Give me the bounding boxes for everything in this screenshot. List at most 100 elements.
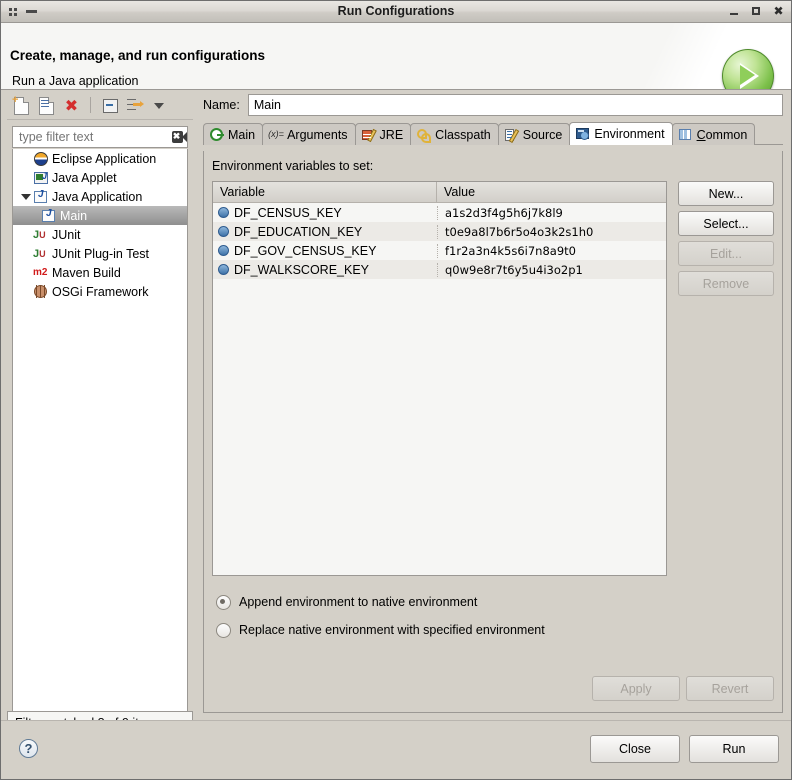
- tree-item-maven-build[interactable]: m2 Maven Build: [13, 263, 187, 282]
- dialog-banner: Create, manage, and run configurations R…: [1, 23, 791, 90]
- remove-button: Remove: [678, 271, 774, 296]
- tab-jre[interactable]: JRE: [354, 123, 412, 145]
- radio-append-environment[interactable]: Append environment to native environment: [216, 591, 545, 613]
- tab-classpath[interactable]: Classpath: [410, 123, 499, 145]
- jre-tab-icon: [361, 128, 377, 142]
- footer-buttons: Close Run: [590, 735, 779, 768]
- tree-item-eclipse-application[interactable]: Eclipse Application: [13, 149, 187, 168]
- cell-value: t0e9a8l7b6r5o4o3k2s1h0: [437, 224, 666, 239]
- title-bar: Run Configurations ✖: [1, 1, 791, 23]
- table-action-buttons: New... Select... Edit... Remove: [678, 181, 774, 301]
- tab-arguments[interactable]: (x)= Arguments: [262, 123, 356, 145]
- maximize-icon[interactable]: [751, 6, 762, 17]
- tab-environment[interactable]: Environment: [569, 122, 673, 145]
- table-row[interactable]: DF_WALKSCORE_KEY q0w9e8r7t6y5u4i3o2p1: [213, 260, 666, 279]
- table-header: Variable Value: [213, 182, 666, 203]
- java-application-icon: [33, 189, 49, 205]
- configurations-toolbar: + ✖: [7, 91, 193, 120]
- tab-label: JRE: [379, 127, 404, 142]
- search-input[interactable]: [17, 129, 182, 145]
- main-tab-icon: [210, 127, 224, 142]
- tab-source[interactable]: Source: [497, 123, 571, 145]
- table-row[interactable]: DF_GOV_CENSUS_KEY f1r2a3n4k5s6i7n8a9t0: [213, 241, 666, 260]
- variable-icon: [218, 264, 229, 275]
- tree-item-junit-plugin-test[interactable]: JU JUnit Plug-in Test: [13, 244, 187, 263]
- name-input[interactable]: Main: [247, 94, 783, 116]
- copy-icon[interactable]: [36, 95, 57, 116]
- run-button[interactable]: Run: [689, 735, 779, 763]
- tab-label: Main: [228, 127, 256, 142]
- collapse-all-icon[interactable]: [99, 95, 120, 116]
- column-header-value[interactable]: Value: [437, 182, 666, 202]
- new-page-icon[interactable]: +: [11, 94, 32, 116]
- tab-mnemonic: C: [696, 127, 706, 142]
- variable-icon: [218, 245, 229, 256]
- banner-subtitle: Run a Java application: [12, 74, 139, 88]
- common-tab-icon: [678, 128, 693, 142]
- window-title: Run Configurations: [337, 4, 455, 18]
- configurations-tree[interactable]: Eclipse Application Java Applet Java App…: [12, 149, 188, 713]
- tab-label: Environment: [594, 127, 665, 141]
- cell-value: q0w9e8r7t6y5u4i3o2p1: [437, 262, 666, 277]
- table-row[interactable]: DF_CENSUS_KEY a1s2d3f4g5h6j7k8l9: [213, 203, 666, 222]
- cell-value: f1r2a3n4k5s6i7n8a9t0: [437, 243, 666, 258]
- select-button[interactable]: Select...: [678, 211, 774, 236]
- radio-indicator[interactable]: [216, 622, 231, 638]
- tab-label: Source: [522, 127, 563, 142]
- tab-label: Arguments: [287, 127, 348, 142]
- tree-item-main[interactable]: Main: [13, 206, 187, 225]
- tree-item-java-applet[interactable]: Java Applet: [13, 168, 187, 187]
- classpath-tab-icon: [417, 128, 432, 143]
- maven-icon: m2: [33, 266, 48, 278]
- table-row[interactable]: DF_EDUCATION_KEY t0e9a8l7b6r5o4o3k2s1h0: [213, 222, 666, 241]
- source-tab-icon: [504, 128, 519, 143]
- radio-label: Append environment to native environment: [239, 595, 478, 609]
- revert-button: Revert: [686, 676, 774, 701]
- red-x-icon[interactable]: ✖: [61, 95, 82, 116]
- tab-main[interactable]: Main: [203, 123, 264, 145]
- minimize-icon[interactable]: [729, 6, 740, 17]
- apply-revert-row: Apply Revert: [592, 676, 774, 706]
- cell-variable: DF_GOV_CENSUS_KEY: [234, 243, 377, 258]
- arguments-tab-icon: (x)=: [268, 128, 284, 139]
- close-icon[interactable]: ✖: [773, 5, 784, 17]
- cell-variable: DF_CENSUS_KEY: [234, 205, 342, 220]
- chevron-down-icon[interactable]: [149, 95, 170, 116]
- java-application-icon: [41, 208, 57, 224]
- osgi-icon: [33, 284, 49, 300]
- tree-item-label: Java Application: [52, 189, 143, 204]
- tree-item-label: JUnit Plug-in Test: [52, 246, 150, 261]
- apply-button: Apply: [592, 676, 680, 701]
- junit-icon: JU: [33, 228, 46, 241]
- section-label: Environment variables to set:: [212, 159, 374, 173]
- junit-plugin-icon: JU: [33, 247, 46, 260]
- new-button[interactable]: New...: [678, 181, 774, 206]
- column-header-variable[interactable]: Variable: [213, 182, 437, 202]
- name-row: Name: Main: [203, 93, 785, 117]
- tree-item-label: Java Applet: [52, 170, 117, 185]
- expander-icon[interactable]: [19, 193, 33, 200]
- filter-box[interactable]: ✖: [12, 126, 188, 148]
- tab-common[interactable]: Common: [671, 123, 756, 145]
- variable-icon: [218, 207, 229, 218]
- tree-item-java-application[interactable]: Java Application: [13, 187, 187, 206]
- configuration-editor: Name: Main Main (x)= Arguments JRE Class…: [197, 91, 785, 713]
- tab-label: Common: [696, 127, 748, 142]
- filter-icon[interactable]: [124, 95, 145, 116]
- environment-variables-table[interactable]: Variable Value DF_CENSUS_KEY a1s2d3f4g5h…: [212, 181, 667, 576]
- toolbar-separator: [90, 97, 91, 113]
- tab-label: Classpath: [435, 127, 491, 142]
- configurations-panel: + ✖ type filter text ✖ Eclipse Applicati…: [7, 91, 193, 713]
- radio-replace-environment[interactable]: Replace native environment with specifie…: [216, 619, 545, 641]
- help-icon[interactable]: ?: [19, 739, 38, 758]
- radio-indicator[interactable]: [216, 594, 231, 610]
- environment-tab-page: Environment variables to set: Variable V…: [203, 151, 783, 713]
- banner-title: Create, manage, and run configurations: [10, 48, 266, 63]
- tree-item-label: Eclipse Application: [52, 151, 157, 166]
- tree-item-junit[interactable]: JU JUnit: [13, 225, 187, 244]
- clear-icon[interactable]: ✖: [172, 131, 187, 143]
- close-button[interactable]: Close: [590, 735, 680, 763]
- environment-mode-radios: Append environment to native environment…: [216, 591, 545, 647]
- tree-item-osgi-framework[interactable]: OSGi Framework: [13, 282, 187, 301]
- name-label: Name:: [203, 98, 240, 112]
